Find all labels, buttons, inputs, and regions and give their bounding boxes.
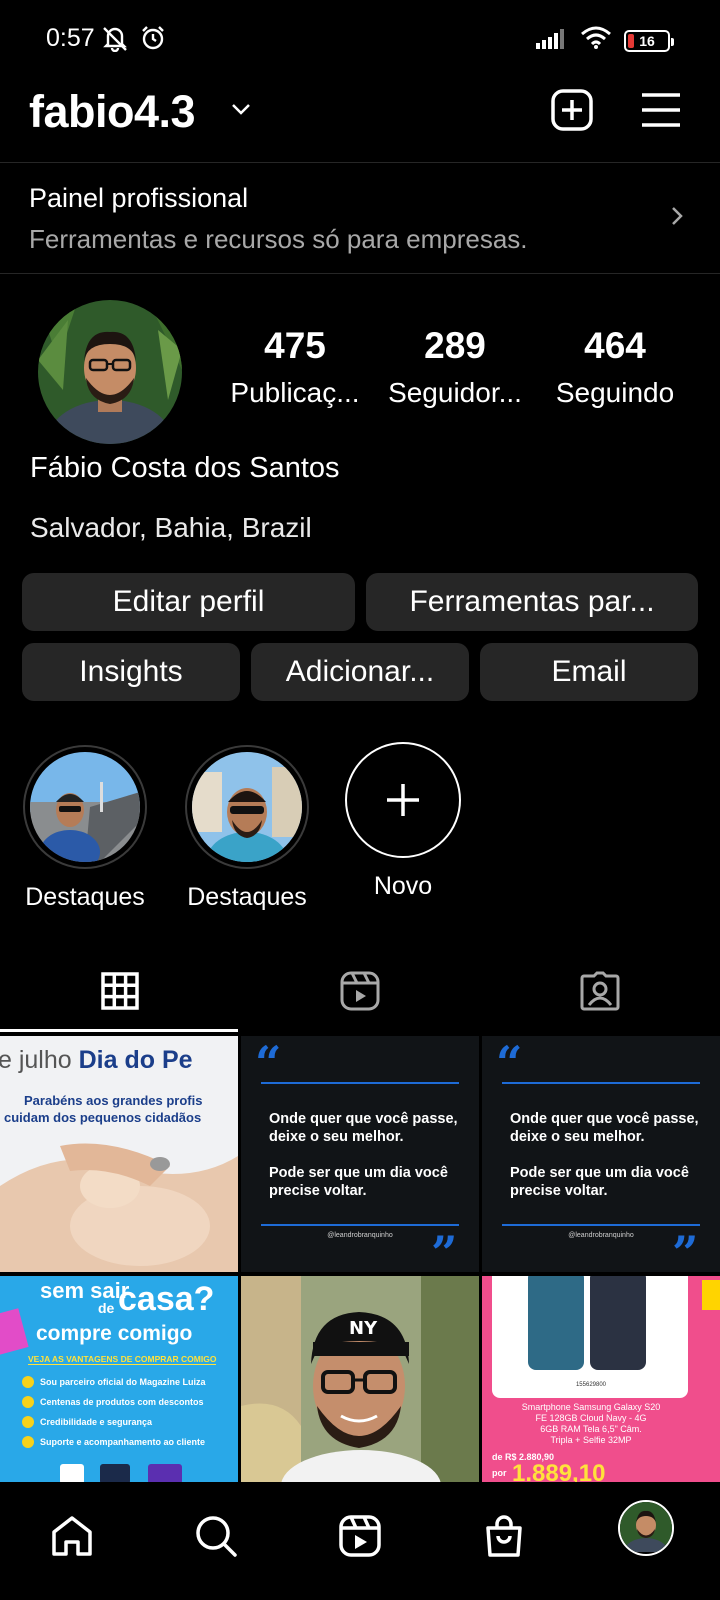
home-icon	[50, 1514, 94, 1563]
stat-posts[interactable]: 475 Publicaç...	[220, 325, 370, 409]
highlight-item[interactable]: Destaques	[23, 745, 147, 912]
email-button[interactable]: Email	[480, 643, 698, 701]
svg-text:NY: NY	[349, 1318, 378, 1339]
post-thumbnail[interactable]: “ Onde quer que você passe, deixe o seu …	[241, 1036, 479, 1272]
highlight-label: Novo	[373, 872, 433, 900]
tab-reels[interactable]	[240, 955, 480, 1031]
quote-open-icon: “	[496, 1036, 523, 1090]
status-time: 0:57	[46, 24, 95, 52]
tab-tagged[interactable]	[480, 955, 720, 1031]
create-button[interactable]	[550, 88, 594, 137]
divider	[0, 273, 720, 274]
tab-grid[interactable]	[0, 955, 240, 1031]
insights-button[interactable]: Insights	[22, 643, 240, 701]
stat-followers[interactable]: 289 Seguidor...	[380, 325, 530, 409]
chevron-right-icon	[670, 205, 684, 232]
post-thumbnail[interactable]: e julho Dia do Pe Parabéns aos grandes p…	[0, 1036, 238, 1272]
username[interactable]: fabio4.3	[29, 86, 196, 138]
reels-icon	[338, 1514, 382, 1563]
pro-panel-title: Painel profissional	[29, 183, 249, 213]
muted-bell-icon	[100, 24, 130, 57]
tab-indicator	[0, 1029, 238, 1032]
pro-panel-subtitle: Ferramentas e recursos só para empresas.	[29, 224, 528, 254]
full-name: Fábio Costa dos Santos	[30, 452, 340, 484]
alarm-icon	[140, 25, 166, 56]
search-icon	[194, 1514, 238, 1563]
shopping-bag-icon	[482, 1514, 526, 1563]
post-thumbnail[interactable]: sem sair de casa? compre comigo VEJA AS …	[0, 1276, 238, 1482]
highlight-cover	[192, 752, 302, 862]
tagged-icon	[580, 971, 620, 1016]
nav-shop[interactable]	[474, 1508, 534, 1568]
post-thumbnail[interactable]: 155629800 Smartphone Samsung Galaxy S20 …	[482, 1276, 720, 1482]
nav-home[interactable]	[42, 1508, 102, 1568]
grid-icon	[101, 971, 139, 1015]
nav-search[interactable]	[186, 1508, 246, 1568]
edit-profile-button[interactable]: Editar perfil	[22, 573, 355, 631]
bottom-navigation	[0, 1482, 720, 1600]
battery-icon: 16	[624, 29, 674, 52]
chevron-down-icon[interactable]	[230, 102, 252, 121]
new-highlight-button[interactable]: Novo	[345, 742, 469, 901]
wifi-icon	[580, 26, 612, 55]
stat-following[interactable]: 464 Seguindo	[540, 325, 690, 409]
quote-close-icon: ”	[672, 1226, 699, 1272]
hamburger-menu-icon[interactable]	[640, 92, 682, 133]
location: Salvador, Bahia, Brazil	[30, 512, 312, 543]
nav-profile[interactable]	[618, 1500, 674, 1556]
highlight-label: Destaques	[187, 883, 307, 911]
avatar	[620, 1502, 672, 1554]
quote-open-icon: “	[255, 1036, 282, 1090]
nav-reels[interactable]	[330, 1508, 390, 1568]
highlight-item[interactable]: Destaques	[185, 745, 309, 912]
reels-icon	[340, 971, 380, 1016]
professional-dashboard[interactable]: Painel profissional Ferramentas e recurs…	[0, 163, 720, 273]
professional-tools-button[interactable]: Ferramentas par...	[366, 573, 698, 631]
profile-header: fabio4.3	[0, 80, 720, 162]
post-thumbnail[interactable]: NY	[241, 1276, 479, 1482]
plus-icon	[345, 742, 461, 858]
avatar[interactable]	[38, 300, 182, 444]
status-bar: 0:57 16	[0, 0, 720, 80]
quote-close-icon: ”	[431, 1226, 458, 1272]
highlight-cover	[30, 752, 140, 862]
signal-icon	[536, 27, 568, 54]
highlight-label: Destaques	[25, 883, 145, 911]
post-thumbnail[interactable]: “ Onde quer que você passe, deixe o seu …	[482, 1036, 720, 1272]
add-button[interactable]: Adicionar...	[251, 643, 469, 701]
